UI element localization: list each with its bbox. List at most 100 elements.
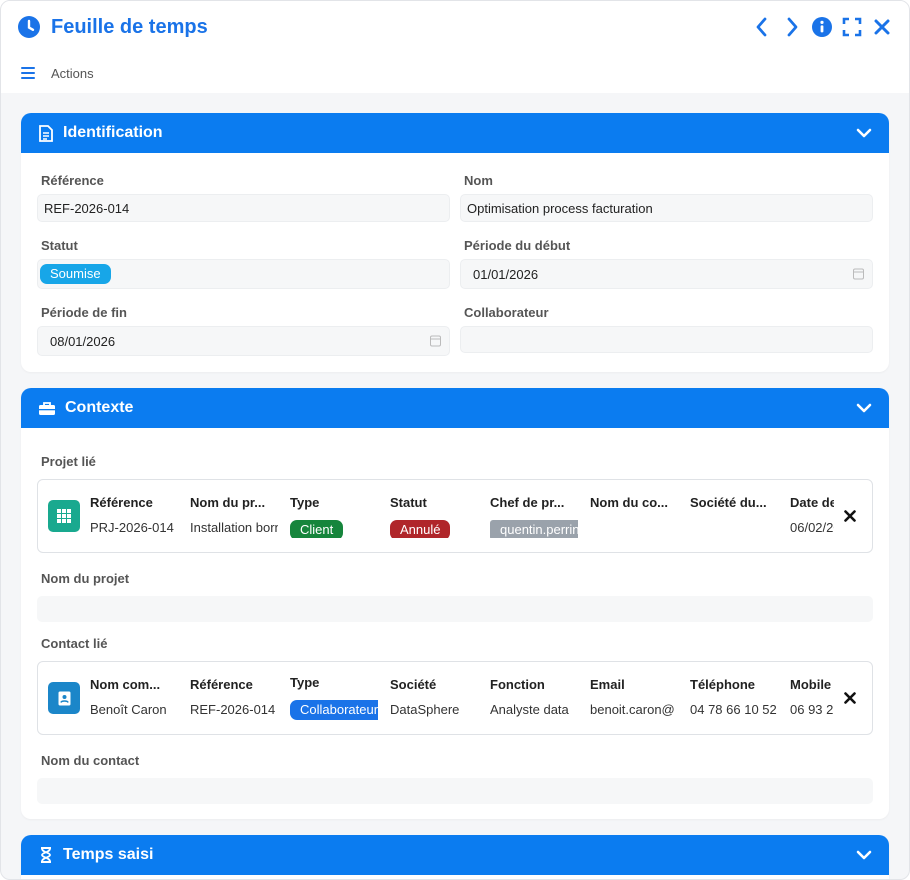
project-col-reference: Référence PRJ-2026-014 bbox=[90, 495, 190, 538]
calendar-icon[interactable] bbox=[430, 335, 441, 347]
chevron-down-icon[interactable] bbox=[855, 399, 873, 417]
project-date: 06/02/2026 bbox=[790, 519, 834, 535]
column-header: Nom du co... bbox=[590, 494, 668, 510]
column-header: Nom com... bbox=[90, 676, 161, 692]
contact-reference: REF-2026-014 bbox=[190, 701, 276, 717]
start-date-field: Période du début 01/01/2026 bbox=[460, 232, 873, 289]
chevron-down-icon[interactable] bbox=[855, 846, 873, 864]
column-header: Nom du pr... bbox=[190, 494, 266, 510]
time-body bbox=[21, 875, 889, 879]
project-type: Client bbox=[290, 519, 378, 538]
linked-project-label: Projet lié bbox=[41, 454, 96, 469]
briefcase-icon bbox=[37, 399, 57, 417]
column-header: Chef de pr... bbox=[490, 494, 565, 510]
remove-icon[interactable] bbox=[838, 504, 862, 528]
chevron-left-icon[interactable] bbox=[751, 16, 773, 38]
column-header: Statut bbox=[390, 494, 427, 510]
collaborator-input[interactable] bbox=[460, 326, 873, 353]
actions-label[interactable]: Actions bbox=[51, 66, 94, 81]
identification-header[interactable]: Identification bbox=[21, 113, 889, 153]
linked-contact-label: Contact lié bbox=[41, 636, 108, 651]
end-date-value: 08/01/2026 bbox=[50, 333, 116, 349]
column-header: Date de bbox=[790, 494, 834, 510]
contact-col-email: Email benoit.caron@ bbox=[590, 677, 690, 720]
project-name: Installation bornes bbox=[190, 519, 278, 535]
contact-fullname: Benoît Caron bbox=[90, 701, 167, 717]
project-col-company: Société du... bbox=[690, 495, 790, 538]
context-title: Contexte bbox=[65, 399, 134, 416]
name-field: Nom Optimisation process facturation bbox=[460, 169, 873, 222]
window-title: Feuille de temps bbox=[51, 15, 208, 38]
project-col-status: Statut Annulé bbox=[390, 495, 490, 538]
project-col-name: Nom du pr... Installation bornes bbox=[190, 495, 290, 538]
linked-contact-card[interactable]: Nom com... Benoît Caron Référence REF-20… bbox=[37, 661, 873, 735]
chevron-right-icon[interactable] bbox=[781, 16, 803, 38]
column-header: Référence bbox=[90, 494, 153, 510]
status-input[interactable]: Soumise bbox=[37, 259, 450, 289]
column-header: Société bbox=[390, 676, 437, 692]
project-col-date: Date de 06/02/2026 bbox=[790, 495, 834, 538]
contact-col-reference: Référence REF-2026-014 bbox=[190, 677, 290, 720]
project-status: Annulé bbox=[390, 519, 478, 538]
column-header: Type bbox=[290, 494, 320, 510]
identification-panel: Identification Référence REF-2026-014 No… bbox=[21, 113, 889, 372]
document-icon bbox=[37, 124, 55, 142]
contact-col-fullname: Nom com... Benoît Caron bbox=[90, 677, 190, 720]
status-field: Statut Soumise bbox=[37, 232, 450, 289]
start-date-input[interactable]: 01/01/2026 bbox=[460, 259, 873, 289]
top-bar: Feuille de temps Actions bbox=[1, 1, 909, 93]
clock-icon bbox=[17, 15, 41, 39]
column-header: Téléphone bbox=[690, 676, 756, 692]
end-date-label: Période de fin bbox=[41, 305, 127, 320]
contact-function: Analyste data bbox=[490, 701, 569, 717]
collaborator-field: Collaborateur bbox=[460, 299, 873, 356]
contact-company: DataSphere bbox=[390, 701, 460, 717]
contact-col-mobile: Mobile 06 93 2 bbox=[790, 677, 834, 720]
column-header: Société du... bbox=[690, 494, 767, 510]
actions-bar: Actions bbox=[1, 53, 909, 93]
contact-phone: 04 78 66 10 52 bbox=[690, 701, 777, 717]
contact-col-type: Type Collaborateur bbox=[290, 675, 390, 722]
content-area: Identification Référence REF-2026-014 No… bbox=[1, 93, 909, 879]
column-header: Type bbox=[290, 674, 320, 690]
time-title: Temps saisi bbox=[63, 846, 154, 863]
project-col-manager: Chef de pr... quentin.perrin bbox=[490, 495, 590, 538]
status-badge: Soumise bbox=[40, 264, 111, 284]
time-panel: Temps saisi bbox=[21, 835, 889, 879]
title-bar: Feuille de temps bbox=[1, 1, 909, 53]
start-date-label: Période du début bbox=[464, 238, 571, 253]
contact-name-value bbox=[37, 778, 873, 804]
project-company bbox=[690, 520, 778, 538]
contact-col-company: Société DataSphere bbox=[390, 677, 490, 720]
name-label: Nom bbox=[464, 173, 493, 188]
identification-title: Identification bbox=[63, 124, 163, 141]
contact-col-phone: Téléphone 04 78 66 10 52 bbox=[690, 677, 790, 720]
timesheet-window: Feuille de temps Actions Identification … bbox=[0, 0, 910, 880]
remove-icon[interactable] bbox=[838, 686, 862, 710]
info-icon[interactable] bbox=[811, 16, 833, 38]
type-badge: Collaborateur bbox=[290, 699, 378, 720]
reference-input[interactable]: REF-2026-014 bbox=[37, 194, 450, 222]
context-header[interactable]: Contexte bbox=[21, 388, 889, 428]
contact-mobile: 06 93 2 bbox=[790, 701, 834, 717]
calendar-icon[interactable] bbox=[853, 268, 864, 280]
identification-body: Référence REF-2026-014 Nom Optimisation … bbox=[21, 153, 889, 372]
status-label: Statut bbox=[41, 238, 78, 253]
context-panel: Contexte Projet lié Référence PRJ-2026-0… bbox=[21, 388, 889, 819]
name-input[interactable]: Optimisation process facturation bbox=[460, 194, 873, 222]
column-header: Référence bbox=[190, 676, 253, 692]
identification-grid: Référence REF-2026-014 Nom Optimisation … bbox=[37, 169, 873, 366]
project-name-label: Nom du projet bbox=[41, 571, 130, 586]
start-date-value: 01/01/2026 bbox=[473, 266, 539, 282]
hamburger-icon[interactable] bbox=[21, 67, 35, 79]
chevron-down-icon[interactable] bbox=[855, 124, 873, 142]
end-date-input[interactable]: 08/01/2026 bbox=[37, 326, 450, 356]
grid-icon bbox=[48, 500, 80, 532]
project-contact-name bbox=[590, 520, 678, 538]
time-header[interactable]: Temps saisi bbox=[21, 835, 889, 875]
linked-project-card[interactable]: Référence PRJ-2026-014 Nom du pr... Inst… bbox=[37, 479, 873, 553]
context-body: Projet lié Référence PRJ-2026-014 Nom du… bbox=[21, 428, 889, 819]
fullscreen-icon[interactable] bbox=[841, 16, 863, 38]
status-badge: Annulé bbox=[390, 519, 451, 538]
close-icon[interactable] bbox=[871, 16, 893, 38]
